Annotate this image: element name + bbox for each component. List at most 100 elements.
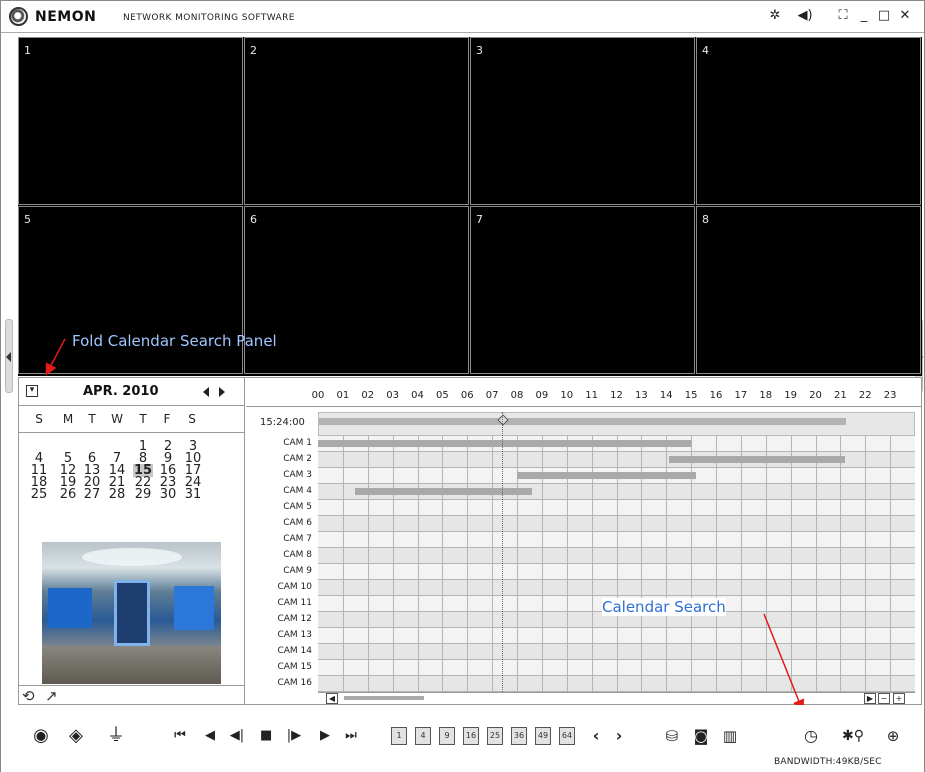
prev-month-button[interactable] (203, 387, 209, 397)
channel-number: 8 (702, 213, 709, 226)
calendar-day[interactable]: 31 (183, 488, 203, 501)
rewind-icon[interactable]: ◀ (204, 725, 216, 747)
hour-gridline (367, 436, 369, 692)
layout-16-button[interactable]: 16 (463, 727, 479, 745)
layout-1-button[interactable]: 1 (391, 727, 407, 745)
time-row: 15:24:00 (246, 412, 921, 436)
camera-label: CAM 6 (283, 518, 312, 528)
scroll-right-button[interactable]: ▶ (864, 693, 876, 704)
video-channel-1[interactable]: 1 (18, 37, 243, 205)
hour-label: 21 (834, 390, 847, 401)
skip-to-end-icon[interactable]: ⏭ (344, 725, 358, 747)
zoom-in-button[interactable]: + (893, 693, 905, 704)
hour-label: 13 (635, 390, 648, 401)
hour-label: 18 (759, 390, 773, 401)
hour-label: 11 (585, 390, 598, 401)
channel-number: 7 (476, 213, 483, 226)
video-channel-2[interactable]: 2 (244, 37, 469, 205)
fold-panel-button[interactable]: ▾ (26, 385, 38, 397)
layout-36-button[interactable]: 36 (511, 727, 527, 745)
scroll-left-button[interactable]: ◀ (326, 693, 338, 704)
zoom-search-icon[interactable]: ⊕ (883, 725, 903, 747)
skip-to-start-icon[interactable]: ⏮ (173, 725, 187, 747)
calendar-search-icon[interactable]: ◷ (801, 725, 821, 747)
prev-page-icon[interactable]: ‹ (590, 725, 602, 747)
weekday-label: W (111, 412, 123, 426)
zoom-out-button[interactable]: − (878, 693, 890, 704)
app-window: NEMON NETWORK MONITORING SOFTWARE ✲ ◀) ⛶… (0, 0, 925, 772)
hour-gridline (790, 436, 792, 692)
current-time-label: 15:24:00 (260, 417, 305, 428)
stop-icon[interactable]: ■ (260, 725, 272, 747)
close-icon[interactable]: ✕ (896, 7, 914, 25)
calendar-day[interactable]: 28 (107, 488, 127, 501)
layout-25-button[interactable]: 25 (487, 727, 503, 745)
timeline-panel: 00 01 02 03 04 05 06 07 08 09 10 11 12 13 14 15 16 17 18 19… (246, 378, 921, 704)
weekday-label: F (163, 412, 171, 426)
video-channel-7[interactable]: 7 (470, 206, 695, 374)
hour-label: 08 (510, 390, 524, 401)
camera-label: CAM 7 (283, 534, 312, 544)
volume-icon[interactable]: ◀) (796, 7, 814, 25)
video-channel-3[interactable]: 3 (470, 37, 695, 205)
hour-gridline (442, 436, 444, 692)
timeline-scrollbar[interactable]: ◀ ▶ − + (318, 692, 915, 704)
scrollbar-thumb[interactable] (344, 696, 424, 700)
camera-label: CAM 9 (283, 566, 312, 576)
camera-label: CAM 14 (277, 646, 312, 656)
layout-9-button[interactable]: 9 (439, 727, 455, 745)
hour-gridline (890, 436, 892, 692)
calendar-day[interactable]: 27 (82, 488, 102, 501)
live-view-icon[interactable]: ◉ (27, 725, 55, 747)
fullscreen-icon[interactable]: ⛶ (834, 7, 852, 25)
database-icon[interactable]: ⛁ (662, 725, 682, 747)
hour-label: 00 (311, 390, 325, 401)
recording-segment[interactable] (517, 472, 697, 479)
settings-icon[interactable]: ✲ (766, 7, 784, 25)
calendar-day[interactable]: 25 (29, 488, 49, 501)
camera-label: CAM 15 (277, 662, 312, 672)
snapshot-camera-icon[interactable]: ◙ (691, 725, 711, 747)
camera-label: CAM 5 (283, 502, 312, 512)
recording-grid[interactable] (318, 412, 915, 692)
play-icon[interactable]: ▶ (319, 725, 331, 747)
calendar-day[interactable]: 26 (58, 488, 78, 501)
camera-label: CAM 11 (277, 598, 312, 608)
app-logo-icon (9, 7, 28, 26)
eraser-icon[interactable]: ◈ (61, 725, 91, 747)
layout-49-button[interactable]: 49 (535, 727, 551, 745)
next-month-button[interactable] (219, 387, 225, 397)
plug-icon[interactable]: ⏚ (101, 725, 131, 747)
hour-label: 20 (809, 390, 822, 401)
calendar-day[interactable]: 29 (133, 488, 153, 501)
hour-axis: 00 01 02 03 04 05 06 07 08 09 10 11 12 13 14 15 16 17 18 19… (312, 390, 915, 404)
layout-4-button[interactable]: 4 (415, 727, 431, 745)
hour-gridline (342, 436, 344, 692)
left-panel-toggle[interactable] (5, 319, 13, 393)
step-back-icon[interactable]: ◀| (229, 725, 245, 747)
video-channel-6[interactable]: 6 (244, 206, 469, 374)
weekday-label: S (188, 412, 196, 426)
next-page-icon[interactable]: › (613, 725, 625, 747)
refresh-icon[interactable]: ⟲ (22, 687, 35, 705)
hour-label: 23 (883, 390, 897, 401)
event-search-icon[interactable]: ✱⚲ (839, 725, 867, 747)
calendar-day[interactable]: 30 (158, 488, 178, 501)
video-channel-8[interactable]: 8 (696, 206, 921, 374)
recording-segment[interactable] (318, 440, 692, 447)
film-clip-icon[interactable]: ▥ (719, 725, 741, 747)
time-track[interactable] (318, 412, 915, 436)
title-bar: NEMON NETWORK MONITORING SOFTWARE ✲ ◀) ⛶… (1, 1, 924, 33)
layout-64-button[interactable]: 64 (559, 727, 575, 745)
video-channel-4[interactable]: 4 (696, 37, 921, 205)
step-forward-icon[interactable]: |▶ (286, 725, 302, 747)
minimize-icon[interactable]: _ (855, 7, 873, 25)
hour-gridline (815, 436, 817, 692)
recording-segment[interactable] (355, 488, 532, 495)
camera-label: CAM 3 (283, 470, 312, 480)
redo-arrow-icon[interactable]: ↗ (45, 687, 58, 705)
maximize-icon[interactable]: □ (875, 7, 893, 25)
hour-label: 12 (610, 390, 623, 401)
recording-segment[interactable] (668, 456, 846, 463)
search-panel: ▾ APR. 2010 S M T W T F S 1 2 3 4 5 6 7 8 9 10 11 1… (18, 377, 922, 705)
